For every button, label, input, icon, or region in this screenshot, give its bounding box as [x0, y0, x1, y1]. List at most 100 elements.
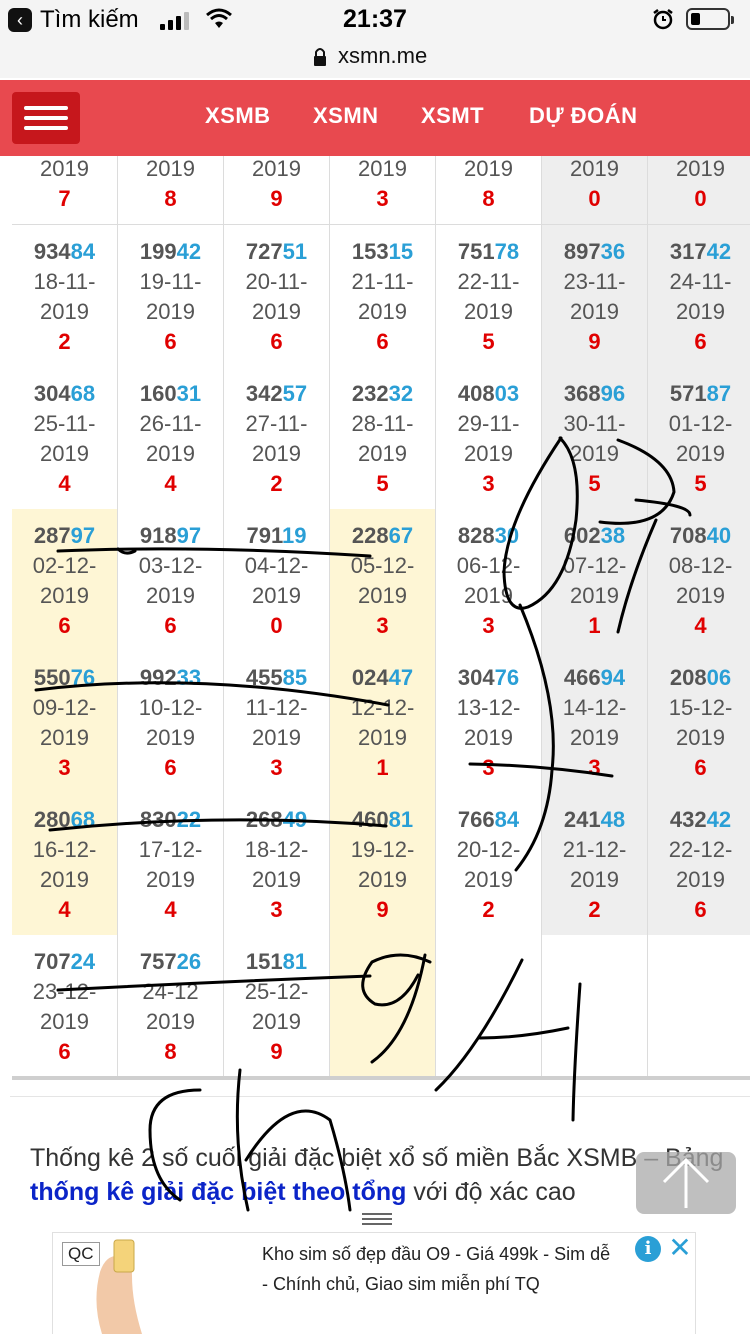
cell-total: 5 [588, 471, 601, 496]
cell-number: 83022 [118, 807, 223, 833]
info-paragraph: Thống kê 2 số cuối giải đặc biệt xổ số m… [30, 1141, 730, 1209]
cell-year: 2019 [40, 867, 89, 892]
number-head: 602 [563, 523, 601, 548]
table-cell-empty [330, 935, 435, 1076]
cell-year: 2019 [146, 725, 195, 750]
cell-total: 6 [58, 1039, 71, 1064]
cell-date: 14-12- [562, 695, 627, 720]
cell-total: 4 [164, 897, 177, 922]
cell-number: 30468 [12, 381, 117, 407]
cell-number: 19942 [118, 239, 223, 265]
number-tail: 06 [706, 665, 732, 690]
table-cell: 70724 23-12- 2019 6 [12, 935, 117, 1076]
cell-number: 99233 [118, 665, 223, 691]
cell-number: 82830 [436, 523, 541, 549]
number-head: 232 [351, 381, 389, 406]
cell-date: 30-11- [563, 411, 626, 436]
cell-date: 21-12- [562, 837, 627, 862]
cell-year: 2019 [146, 867, 195, 892]
cell-year: 2019 [358, 867, 407, 892]
table-cell: 46694 14-12- 2019 3 [542, 651, 647, 793]
table-cell: 2019 9 [224, 156, 329, 224]
cell-year: 2019 [358, 583, 407, 608]
cell-year: 2019 [464, 441, 513, 466]
nav-du-doan[interactable]: DỰ ĐOÁN [529, 103, 638, 129]
ad-info-icon[interactable]: i [635, 1236, 661, 1262]
table-cell: 55076 09-12- 2019 3 [12, 651, 117, 793]
cell-number: 20806 [648, 665, 750, 691]
table-cell: 91897 03-12- 2019 6 [118, 509, 223, 651]
cell-year: 2019 [570, 583, 619, 608]
number-tail: 19 [282, 523, 307, 548]
number-head: 287 [33, 523, 71, 548]
stats-link[interactable]: thống kê giải đặc biệt theo tổng [30, 1178, 406, 1206]
cell-total: 5 [482, 329, 495, 354]
number-tail: 15 [388, 239, 414, 264]
cell-date: 16-12- [32, 837, 97, 862]
cell-total: 4 [164, 471, 177, 496]
cell-total: 9 [270, 1039, 283, 1064]
cell-total: 3 [482, 613, 495, 638]
url-bar[interactable]: xsmn.me [0, 40, 750, 78]
cell-date: 18-11- [33, 269, 96, 294]
table-cell: 24148 21-12- 2019 2 [542, 793, 647, 935]
cell-total: 4 [694, 613, 707, 638]
cell-number: 75178 [436, 239, 541, 265]
cell-number: 23232 [330, 381, 435, 407]
cell-total: 5 [694, 471, 707, 496]
number-tail: 31 [176, 381, 202, 406]
table-cell: 22867 05-12- 2019 3 [330, 509, 435, 651]
number-head: 342 [245, 381, 283, 406]
table-cell: 75178 22-11- 2019 5 [436, 225, 541, 367]
number-head: 550 [33, 665, 71, 690]
nav-xsmt[interactable]: XSMT [421, 103, 484, 129]
number-head: 828 [457, 523, 495, 548]
ad-badge: QC [62, 1242, 100, 1266]
ad-line-2[interactable]: - Chính chủ, Giao sim miễn phí TQ [262, 1274, 540, 1295]
cell-number: 15315 [330, 239, 435, 265]
cell-date: 18-12- [244, 837, 309, 862]
cell-total: 6 [164, 613, 177, 638]
cell-total: 6 [164, 755, 177, 780]
number-head: 280 [33, 807, 71, 832]
nav-xsmn[interactable]: XSMN [313, 103, 379, 129]
number-head: 408 [457, 381, 495, 406]
number-tail: 76 [494, 665, 520, 690]
cell-year: 2019 [676, 441, 725, 466]
special-prize-table: 2019 7 2019 8 2019 9 2019 3 2019 8 2019 0 2019 0 93484… [12, 156, 750, 1076]
cell-year: 2019 [252, 156, 301, 181]
number-tail: 24 [70, 949, 96, 974]
number-head: 708 [669, 523, 707, 548]
lock-icon [314, 48, 326, 66]
nav-xsmb[interactable]: XSMB [205, 103, 271, 129]
number-head: 199 [139, 239, 177, 264]
table-cell-empty [436, 935, 541, 1076]
table-cell: 15315 21-11- 2019 6 [330, 225, 435, 367]
number-head: 151 [245, 949, 283, 974]
number-tail: 32 [388, 381, 414, 406]
cell-total: 3 [270, 755, 283, 780]
number-head: 455 [245, 665, 283, 690]
table-cell: 23232 28-11- 2019 5 [330, 367, 435, 509]
number-head: 228 [351, 523, 389, 548]
cell-year: 2019 [464, 299, 513, 324]
cell-year: 2019 [358, 299, 407, 324]
battery-icon [686, 8, 734, 30]
cell-date: 09-12- [32, 695, 97, 720]
ad-line-1[interactable]: Kho sim số đẹp đầu O9 - Giá 499k - Sim d… [262, 1244, 610, 1265]
number-tail: 49 [282, 807, 308, 832]
number-head: 571 [669, 381, 707, 406]
scroll-top-button[interactable] [636, 1152, 736, 1214]
hamburger-menu-icon[interactable] [12, 92, 80, 144]
drag-handle-icon[interactable] [362, 1212, 392, 1226]
table-cell: 28797 02-12- 2019 6 [12, 509, 117, 651]
cell-number: 40803 [436, 381, 541, 407]
cell-total: 6 [694, 329, 707, 354]
url-text[interactable]: xsmn.me [338, 43, 427, 69]
ad-close-icon[interactable]: ✕ [666, 1234, 694, 1262]
ad-banner[interactable]: QC Kho sim số đẹp đầu O9 - Giá 499k - Si… [0, 1232, 750, 1334]
table-cell: 34257 27-11- 2019 2 [224, 367, 329, 509]
number-tail: 42 [706, 239, 732, 264]
cell-date: 25-11- [33, 411, 96, 436]
cell-total: 9 [588, 329, 601, 354]
